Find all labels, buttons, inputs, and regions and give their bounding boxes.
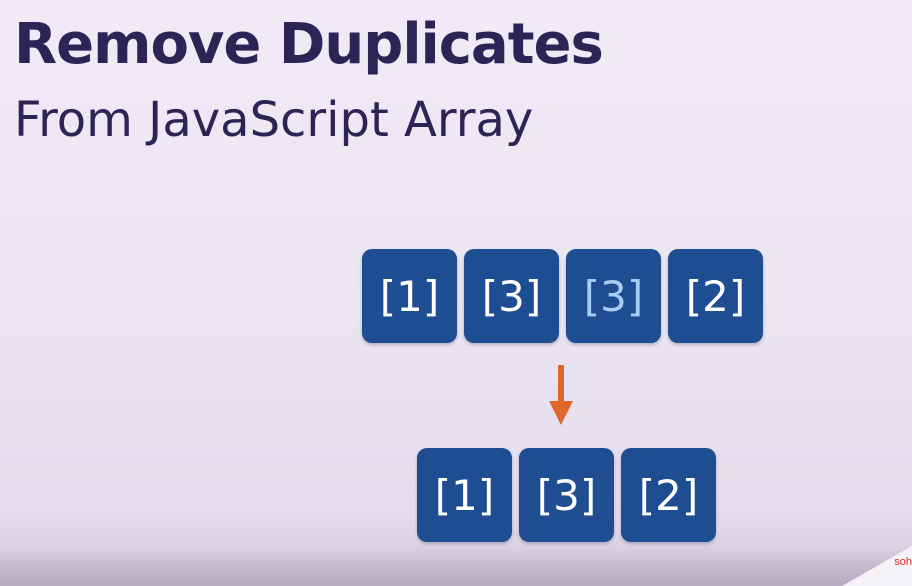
output-cell: [2] <box>621 448 716 542</box>
arrow-down-icon <box>549 365 573 425</box>
page-subtitle: From JavaScript Array <box>14 92 534 148</box>
watermark-text: soh <box>894 556 912 568</box>
input-array: [1] [3] [3] [2] <box>362 249 763 343</box>
page-title: Remove Duplicates <box>14 12 604 77</box>
output-cell: [3] <box>519 448 614 542</box>
output-cell: [1] <box>417 448 512 542</box>
input-cell: [2] <box>668 249 763 343</box>
output-array: [1] [3] [2] <box>417 448 716 542</box>
input-cell-duplicate: [3] <box>566 249 661 343</box>
input-cell: [1] <box>362 249 457 343</box>
input-cell: [3] <box>464 249 559 343</box>
bottom-shade <box>0 546 912 586</box>
